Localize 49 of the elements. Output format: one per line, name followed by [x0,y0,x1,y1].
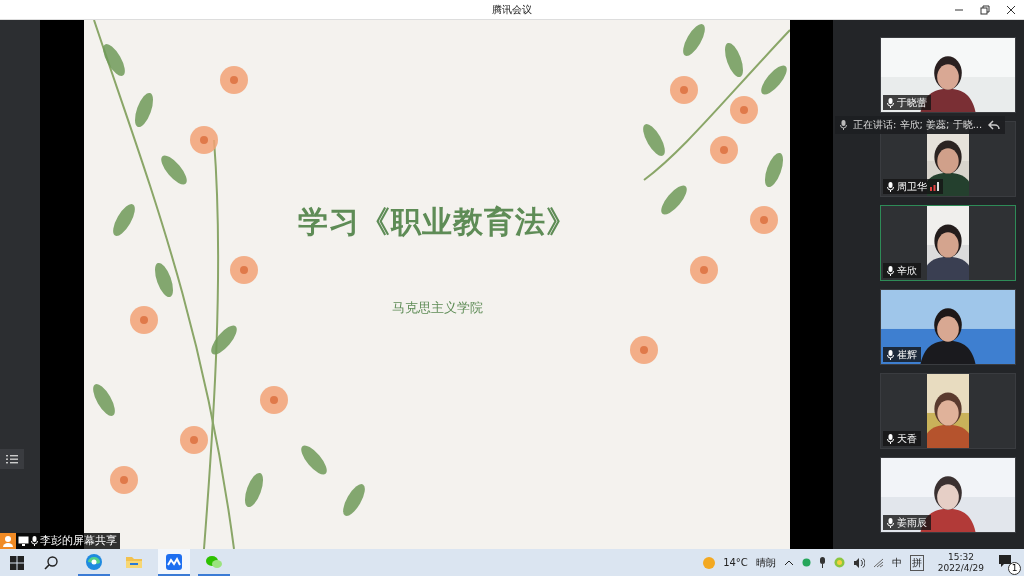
restore-icon[interactable] [980,5,990,15]
person-icon [0,533,16,549]
meeting-app-icon [165,552,183,571]
microphone-icon[interactable] [818,557,826,568]
meeting-app-button[interactable] [158,549,190,576]
slide-title: 学习《职业教育法》 [297,203,577,241]
participant-name: 周卫华 [897,179,927,194]
microphone-icon [887,433,894,444]
volume-icon[interactable] [852,557,865,568]
weather-text: 晴朗 [755,555,776,570]
microphone-icon [887,181,894,192]
participant-name: 辛欣 [897,263,917,278]
microphone-icon [887,517,894,528]
notification-icon[interactable] [998,553,1012,568]
video-tile[interactable]: 辛欣 [880,205,1016,281]
participant-name: 姜雨辰 [897,515,927,530]
screen-share-icon [18,536,29,546]
search-icon[interactable] [44,555,58,570]
close-icon[interactable] [1006,5,1016,15]
temperature: 14°C [723,557,748,568]
microphone-icon [840,120,847,130]
participant-name: 于晓蕾 [897,95,927,110]
video-tile[interactable]: 天香 [880,373,1016,449]
slide-subtitle: 马克思主义学院 [391,299,483,317]
chevron-up-icon[interactable] [783,559,794,566]
participant-name: 天香 [897,431,917,446]
participant-name: 崔辉 [897,347,917,362]
microphone-icon [31,536,38,546]
clock-date[interactable]: 2022/4/29 [937,562,984,574]
chat-bubbles-icon [205,553,223,570]
start-icon[interactable] [10,555,24,570]
weather-sun-icon [703,556,716,569]
video-tile[interactable]: 于晓蕾 [880,37,1016,113]
list-button[interactable] [0,449,24,469]
browser-icon [85,552,103,571]
microphone-icon [887,349,894,360]
window-title: 腾讯会议 [492,2,532,17]
microphone-icon [887,97,894,108]
wifi-icon[interactable] [872,557,884,568]
notification-count: 1 [1008,561,1021,575]
screen-share-label: 李彭的屏幕共享 [40,534,117,548]
list-icon [6,454,18,464]
clock-time[interactable]: 15:32 [947,551,974,563]
video-tile[interactable]: 姜雨辰 [880,457,1016,533]
microphone-icon [887,265,894,276]
input-mode[interactable]: 中 [891,555,902,570]
video-tile[interactable]: 崔辉 [880,289,1016,365]
input-method[interactable]: 拼 [909,554,924,571]
reply-icon[interactable] [988,120,1001,130]
